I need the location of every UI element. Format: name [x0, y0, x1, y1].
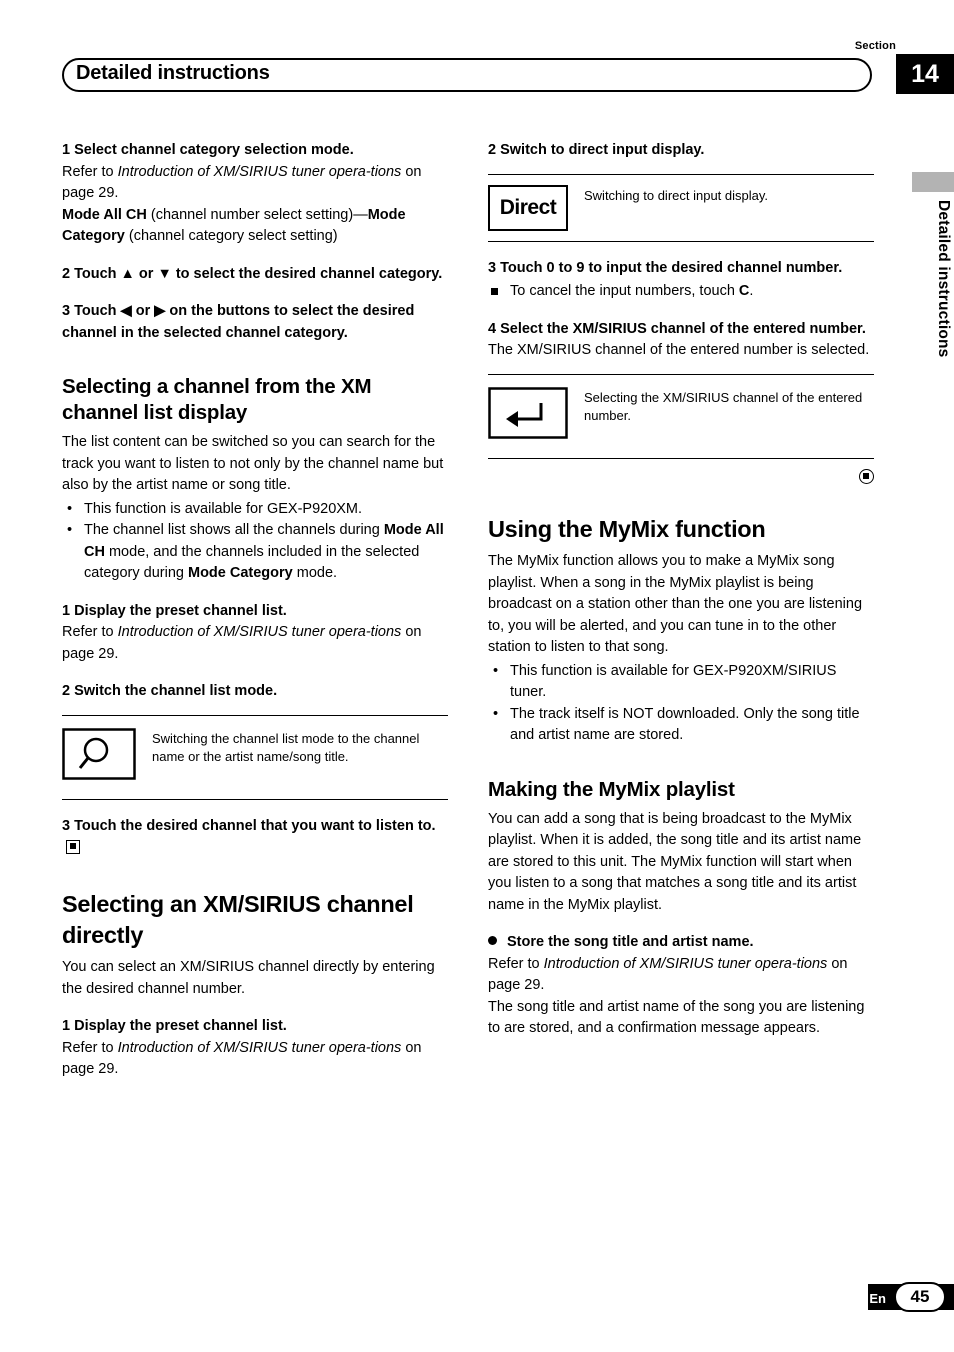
note-text-c: . [749, 283, 754, 299]
magnifier-icon [62, 727, 136, 788]
list-item: To cancel the input numbers, touch C. [488, 281, 874, 303]
left-direct-step-1-body: Refer to Introduction of XM/SIRIUS tuner… [62, 1038, 448, 1081]
list-item: • This function is available for GEX-P920… [62, 499, 448, 521]
store-step-heading: Store the song title and artist name. [488, 932, 874, 954]
left-step-1-modes: Mode All CH (channel number select setti… [62, 205, 448, 248]
left-step-3-heading: 3 Touch ◀ or ▶ on the buttons to select … [62, 303, 415, 341]
refer-to-text: Refer to [62, 1039, 118, 1056]
right-step-2-heading: 2 Switch to direct input display. [488, 142, 705, 158]
list-item: • The track itself is NOT downloaded. Onl… [488, 704, 874, 747]
bullet-dot: • [493, 705, 499, 722]
square-bullet-icon [491, 288, 498, 295]
end-of-section-icon [66, 839, 80, 854]
left-step-1-body: Refer to Introduction of XM/SIRIUS tuner… [62, 162, 448, 205]
reference-title: Introduction of XM/SIRIUS tuner opera-ti… [543, 955, 828, 972]
left-step-1-heading: 1 Select channel category selection mode… [62, 142, 354, 158]
note-text-b: C [738, 283, 750, 299]
list-item: • This function is available for GEX-P920… [488, 661, 874, 704]
bullet-text-a: The channel list shows all the channels … [84, 522, 384, 538]
bullet-text: The track itself is NOT downloaded. Only… [510, 705, 860, 744]
channel-list-bullets: • This function is available for GEX-P920… [62, 499, 448, 585]
reference-title: Introduction of XM/SIRIUS tuner opera-ti… [117, 624, 402, 640]
left-sub-step-1-heading: 1 Display the preset channel list. [62, 602, 287, 619]
left-direct-step-1-heading: 1 Display the preset channel list. [62, 1018, 287, 1034]
mode-all-ch-desc: (channel number select setting) [146, 206, 354, 223]
section-number-badge: 14 [896, 54, 954, 94]
direct-intro: You can select an XM/SIRIUS channel dire… [62, 959, 435, 997]
page-title: Detailed instructions [76, 62, 270, 84]
figure-switch-channel-list: Switching the channel list mode to the c… [62, 714, 448, 800]
bullet-text: This function is available for GEX-P920X… [84, 500, 363, 517]
making-playlist-body: You can add a song that is being broadca… [488, 810, 862, 913]
heading-select-channel-directly: Selecting an XM/SIRIUS channel directly [62, 891, 414, 948]
left-column: 1 Select channel category selection mode… [62, 140, 448, 1081]
bullet-dot: • [67, 500, 73, 517]
direct-button-icon: Direct [488, 184, 568, 231]
bullet-text-d: Mode Category [187, 565, 293, 581]
bullet-dot: • [493, 662, 499, 679]
end-of-section-icon [859, 469, 874, 484]
left-sub-step-2-heading: 2 Switch the channel list mode. [62, 683, 278, 699]
heading-using-mymix: Using the MyMix function [488, 516, 766, 542]
figure-caption: Selecting the XM/SIRIUS channel of the e… [584, 389, 863, 423]
bullet-text-e: mode. [292, 565, 338, 581]
note-text-a: To cancel the input numbers, touch [510, 283, 739, 299]
reference-title: Introduction of XM/SIRIUS tuner opera-ti… [117, 1039, 402, 1056]
left-step-2-heading: 2 Touch ▲ or ▼ to select the desired cha… [62, 265, 443, 282]
direct-button-label-box: Direct [488, 184, 568, 231]
right-column: 2 Switch to direct input display. Direct… [488, 140, 874, 1040]
mymix-intro: The MyMix function allows you to make a … [488, 553, 863, 655]
section-label: Section [854, 40, 896, 52]
page-number: 45 [894, 1282, 946, 1312]
refer-to-text: Refer to [488, 955, 544, 972]
bullet-dot: • [67, 522, 73, 538]
footer-language: En [869, 1291, 886, 1306]
enter-arrow-icon [488, 386, 568, 447]
mode-all-ch-label: Mode All CH [62, 206, 147, 223]
figure-enter-channel: Selecting the XM/SIRIUS channel of the e… [488, 373, 874, 459]
figure-direct-input: Direct Switching to direct input display… [488, 173, 874, 242]
left-sub-step-3-heading: 3 Touch the desired channel that you wan… [62, 816, 448, 859]
right-step-3-notes: To cancel the input numbers, touch C. [488, 281, 874, 303]
document-page: Section 14 Detailed instructions Detaile… [0, 0, 954, 1352]
mode-category-desc: (channel category select setting) [124, 228, 338, 244]
heading-channel-list-display: Selecting a channel from the XM channel … [62, 375, 372, 424]
reference-title: Introduction of XM/SIRIUS tuner opera-ti… [117, 163, 402, 180]
direct-button-label: Direct [499, 195, 557, 219]
heading-making-mymix-playlist: Making the MyMix playlist [488, 777, 735, 801]
refer-to-text: Refer to [62, 624, 118, 640]
mymix-bullets: • This function is available for GEX-P920… [488, 661, 874, 747]
mode-dash: — [353, 206, 368, 223]
refer-to-text: Refer to [62, 163, 118, 180]
side-tab-marker [912, 172, 954, 192]
figure-caption: Switching to direct input display. [584, 187, 769, 203]
side-tab-label: Detailed instructions [935, 200, 952, 358]
left-sub-step-1-body: Refer to Introduction of XM/SIRIUS tuner… [62, 622, 448, 665]
right-step-3-heading: 3 Touch 0 to 9 to input the desired chan… [488, 259, 843, 276]
figure-caption: Switching the channel list mode to the c… [152, 730, 420, 764]
step-text: 3 Touch the desired channel that you wan… [62, 818, 436, 834]
channel-list-intro: The list content can be switched so you … [62, 434, 444, 493]
store-step-body: Refer to Introduction of XM/SIRIUS tuner… [488, 954, 874, 997]
store-step-body-2: The song title and artist name of the so… [488, 998, 865, 1037]
list-item: • The channel list shows all the channels… [62, 520, 448, 585]
filled-circle-bullet-icon [488, 936, 497, 945]
right-step-4-body: The XM/SIRIUS channel of the entered num… [488, 342, 870, 358]
right-step-4-heading: 4 Select the XM/SIRIUS channel of the en… [488, 320, 866, 337]
store-step-text: Store the song title and artist name. [507, 934, 754, 950]
bullet-text: This function is available for GEX-P920X… [510, 662, 837, 701]
